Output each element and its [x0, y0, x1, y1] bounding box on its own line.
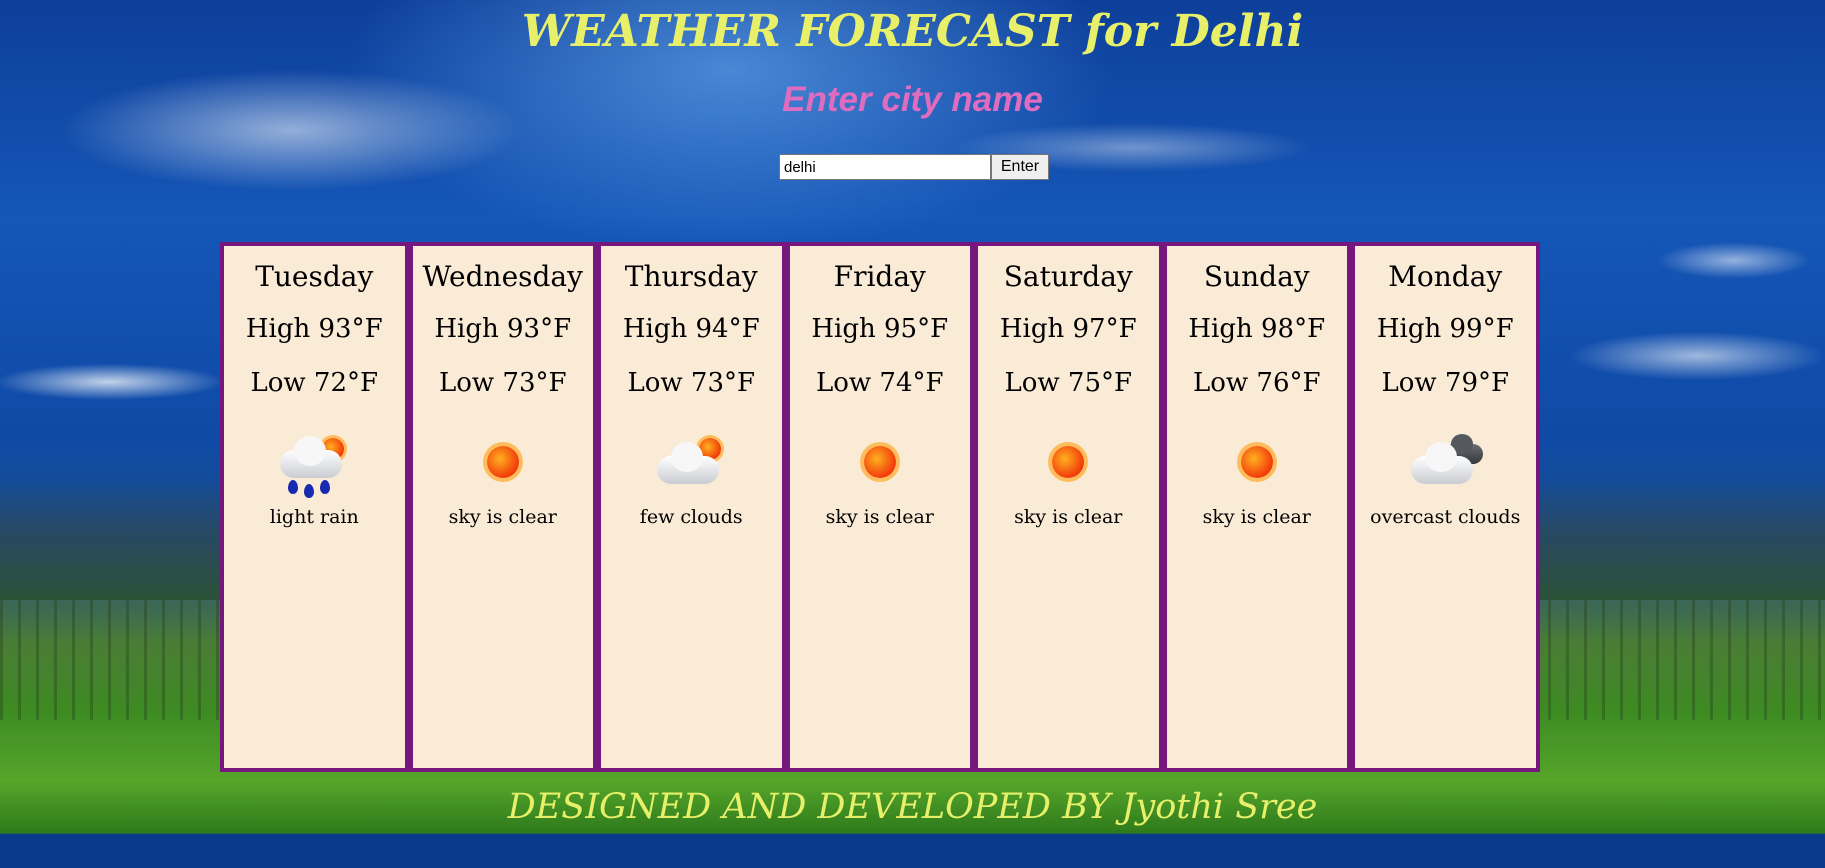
enter-button[interactable]: Enter: [991, 154, 1049, 180]
day-name: Monday: [1388, 260, 1503, 293]
low-temp: Low 75°F: [1004, 368, 1133, 398]
sun-icon: [840, 438, 920, 498]
few-clouds-icon: [651, 438, 731, 498]
weather-description: sky is clear: [825, 506, 934, 528]
low-temp: Low 73°F: [438, 368, 567, 398]
weather-description: few clouds: [639, 506, 743, 528]
page-title: WEATHER FORECAST for Delhi: [521, 6, 1304, 57]
day-name: Wednesday: [422, 260, 583, 293]
low-temp: Low 79°F: [1381, 368, 1510, 398]
day-name: Thursday: [624, 260, 758, 293]
sun-icon: [1217, 438, 1297, 498]
high-temp: High 97°F: [999, 314, 1137, 344]
day-name: Sunday: [1203, 260, 1310, 293]
day-name: Friday: [833, 260, 926, 293]
weather-description: sky is clear: [1014, 506, 1123, 528]
weather-description: sky is clear: [448, 506, 557, 528]
forecast-card-sunday: Sunday High 98°F Low 76°F sky is clear: [1162, 242, 1351, 772]
high-temp: High 94°F: [622, 314, 760, 344]
footer-credit: DESIGNED AND DEVELOPED BY Jyothi Sree: [507, 787, 1318, 827]
sun-icon: [463, 438, 543, 498]
overcast-clouds-icon: [1405, 434, 1485, 498]
weather-description: sky is clear: [1202, 506, 1311, 528]
city-search-form: Enter: [779, 154, 1049, 180]
forecast-card-monday: Monday High 99°F Low 79°F overcast cloud…: [1351, 242, 1540, 772]
day-name: Saturday: [1003, 260, 1133, 293]
forecast-card-friday: Friday High 95°F Low 74°F sky is clear: [785, 242, 974, 772]
low-temp: Low 74°F: [815, 368, 944, 398]
sun-icon: [1028, 438, 1108, 498]
high-temp: High 99°F: [1376, 314, 1514, 344]
day-name: Tuesday: [255, 260, 374, 293]
low-temp: Low 73°F: [627, 368, 756, 398]
city-input[interactable]: [779, 154, 991, 180]
light-rain-sun-icon: [274, 436, 354, 498]
high-temp: High 93°F: [245, 314, 383, 344]
weather-description: light rain: [269, 506, 359, 528]
weather-description: overcast clouds: [1370, 506, 1521, 528]
city-prompt: Enter city name: [782, 80, 1043, 119]
forecast-card-saturday: Saturday High 97°F Low 75°F sky is clear: [974, 242, 1163, 772]
high-temp: High 93°F: [434, 314, 572, 344]
forecast-card-thursday: Thursday High 94°F Low 73°F few clouds: [597, 242, 786, 772]
low-temp: Low 72°F: [250, 368, 379, 398]
high-temp: High 95°F: [811, 314, 949, 344]
forecast-card-wednesday: Wednesday High 93°F Low 73°F sky is clea…: [408, 242, 597, 772]
low-temp: Low 76°F: [1192, 368, 1321, 398]
high-temp: High 98°F: [1188, 314, 1326, 344]
forecast-cards: Tuesday High 93°F Low 72°F light rain We…: [220, 242, 1540, 772]
forecast-card-tuesday: Tuesday High 93°F Low 72°F light rain: [220, 242, 409, 772]
